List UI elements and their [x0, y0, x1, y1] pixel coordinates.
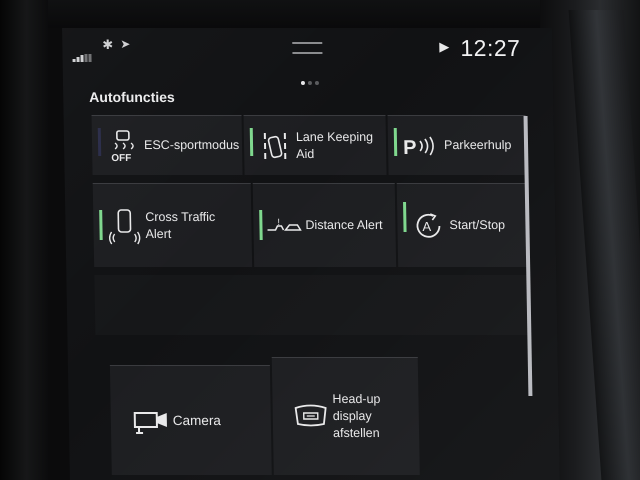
status-bar: ✱ ➤ ▶ 12:27	[62, 28, 553, 68]
signal-icon	[72, 44, 92, 62]
camera-icon	[133, 408, 169, 434]
status-indicator	[393, 128, 398, 156]
tile-head-up-display[interactable]: Head-up display afstellen	[271, 357, 420, 475]
status-indicator	[259, 210, 263, 240]
dashboard-left-trim	[0, 0, 48, 480]
bluetooth-icon: ✱	[102, 37, 114, 52]
tile-esc-sport[interactable]: OFF ESC-sportmodus	[91, 115, 243, 175]
park-assist-icon: P	[402, 135, 440, 157]
tile-lane-keeping[interactable]: Lane Keeping Aid	[243, 115, 387, 175]
head-up-display-icon	[293, 404, 329, 430]
svg-text:OFF: OFF	[111, 153, 131, 163]
status-indicator	[97, 128, 102, 156]
tile-label: ESC-sportmodus	[143, 138, 240, 152]
status-indicator	[403, 202, 407, 232]
play-icon: ▶	[439, 39, 450, 54]
tile-start-stop[interactable]: A Start/Stop	[396, 183, 529, 267]
status-indicator	[249, 128, 254, 156]
tile-cross-traffic[interactable]: Cross Traffic Alert	[92, 183, 253, 267]
distance-alert-icon: !	[265, 216, 302, 236]
tile-distance-alert[interactable]: ! Distance Alert	[252, 183, 397, 267]
start-stop-icon: A	[411, 211, 446, 241]
tile-label: Head-up display afstellen	[332, 392, 381, 440]
tile-label: Camera	[172, 413, 221, 428]
tile-label: Cross Traffic Alert	[145, 209, 216, 241]
tile-label: Start/Stop	[449, 218, 506, 232]
svg-text:P: P	[403, 137, 417, 157]
function-grid: OFF ESC-sportmodus Lane Keeping Aid P Pa…	[91, 115, 538, 475]
tile-camera[interactable]: Camera	[109, 365, 272, 475]
svg-text:A: A	[422, 219, 431, 234]
status-indicator	[99, 210, 103, 240]
svg-text:!: !	[277, 217, 280, 227]
infotainment-screen: ✱ ➤ ▶ 12:27 Autofuncties OFF ESC-sportmo…	[62, 28, 560, 480]
tile-label: Distance Alert	[305, 218, 383, 232]
esc-off-icon: OFF	[106, 129, 141, 163]
cross-traffic-icon	[107, 206, 142, 246]
clock: 12:27	[460, 35, 521, 61]
page-title: Autofuncties	[89, 89, 175, 105]
tile-label: Lane Keeping Aid	[295, 129, 374, 161]
location-icon: ➤	[120, 37, 131, 51]
page-indicator	[300, 72, 322, 90]
empty-area	[94, 275, 530, 335]
tile-label: Parkeerhulp	[443, 138, 512, 152]
lane-keeping-icon	[258, 129, 293, 163]
drawer-handle[interactable]	[292, 42, 323, 54]
tile-park-assist[interactable]: P Parkeerhulp	[387, 115, 527, 175]
